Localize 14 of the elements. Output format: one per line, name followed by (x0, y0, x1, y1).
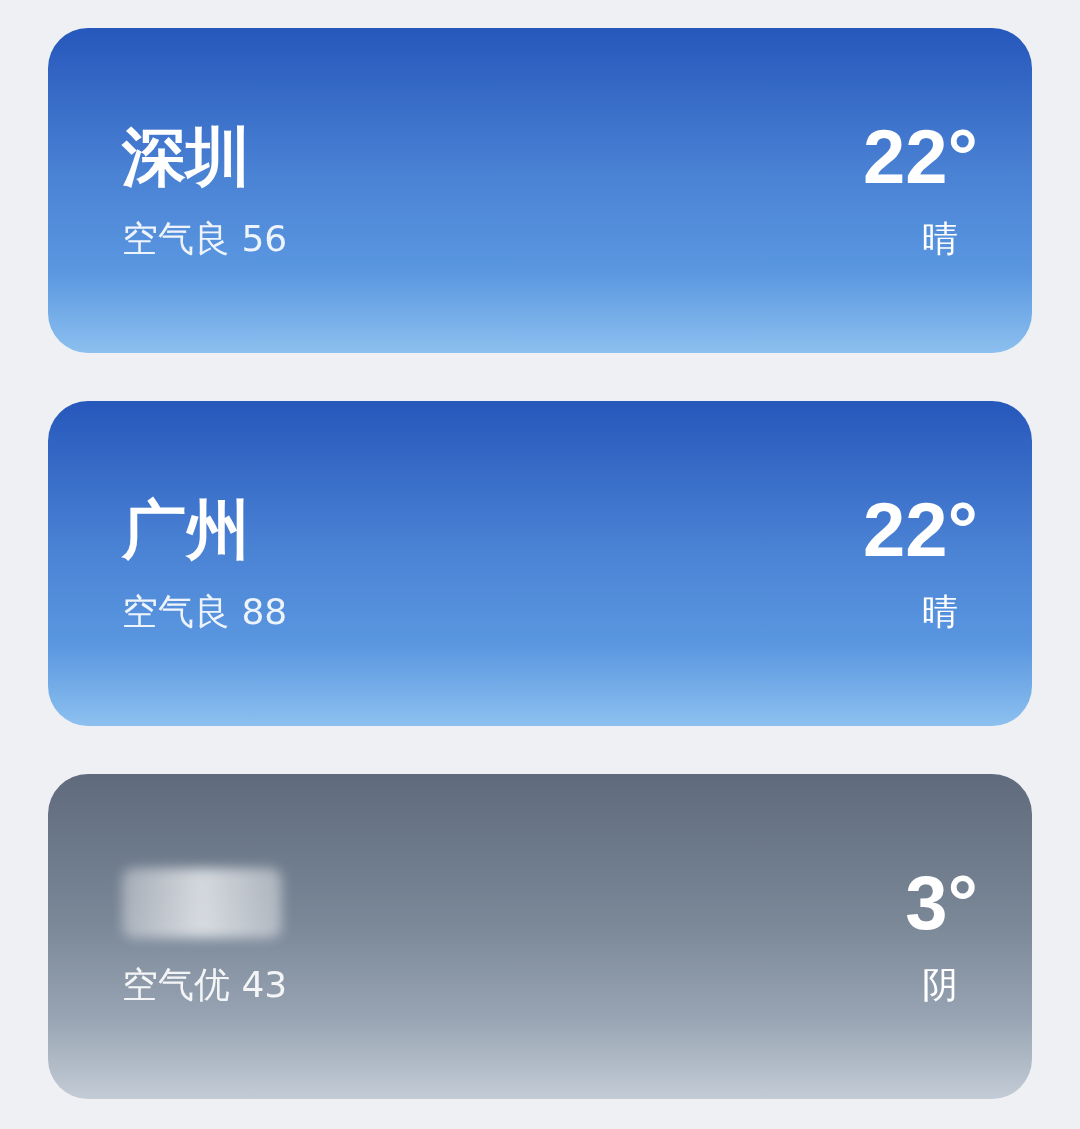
air-quality: 空气良 56 (122, 216, 288, 261)
weather-card[interactable]: 3° 空气优 43 阴 (48, 774, 1032, 1099)
weather-card[interactable]: 深圳 22° 空气良 56 晴 (48, 28, 1032, 353)
weather-condition: 晴 (922, 589, 958, 634)
city-name: 广州 (122, 498, 250, 562)
temperature: 22° (863, 119, 978, 195)
weather-condition: 晴 (922, 216, 958, 261)
air-quality: 空气优 43 (122, 962, 288, 1007)
weather-card[interactable]: 广州 22° 空气良 88 晴 (48, 401, 1032, 726)
temperature: 3° (905, 865, 978, 941)
city-name: 深圳 (122, 125, 250, 189)
temperature: 22° (863, 492, 978, 568)
weather-condition: 阴 (922, 962, 958, 1007)
air-quality: 空气良 88 (122, 589, 288, 634)
